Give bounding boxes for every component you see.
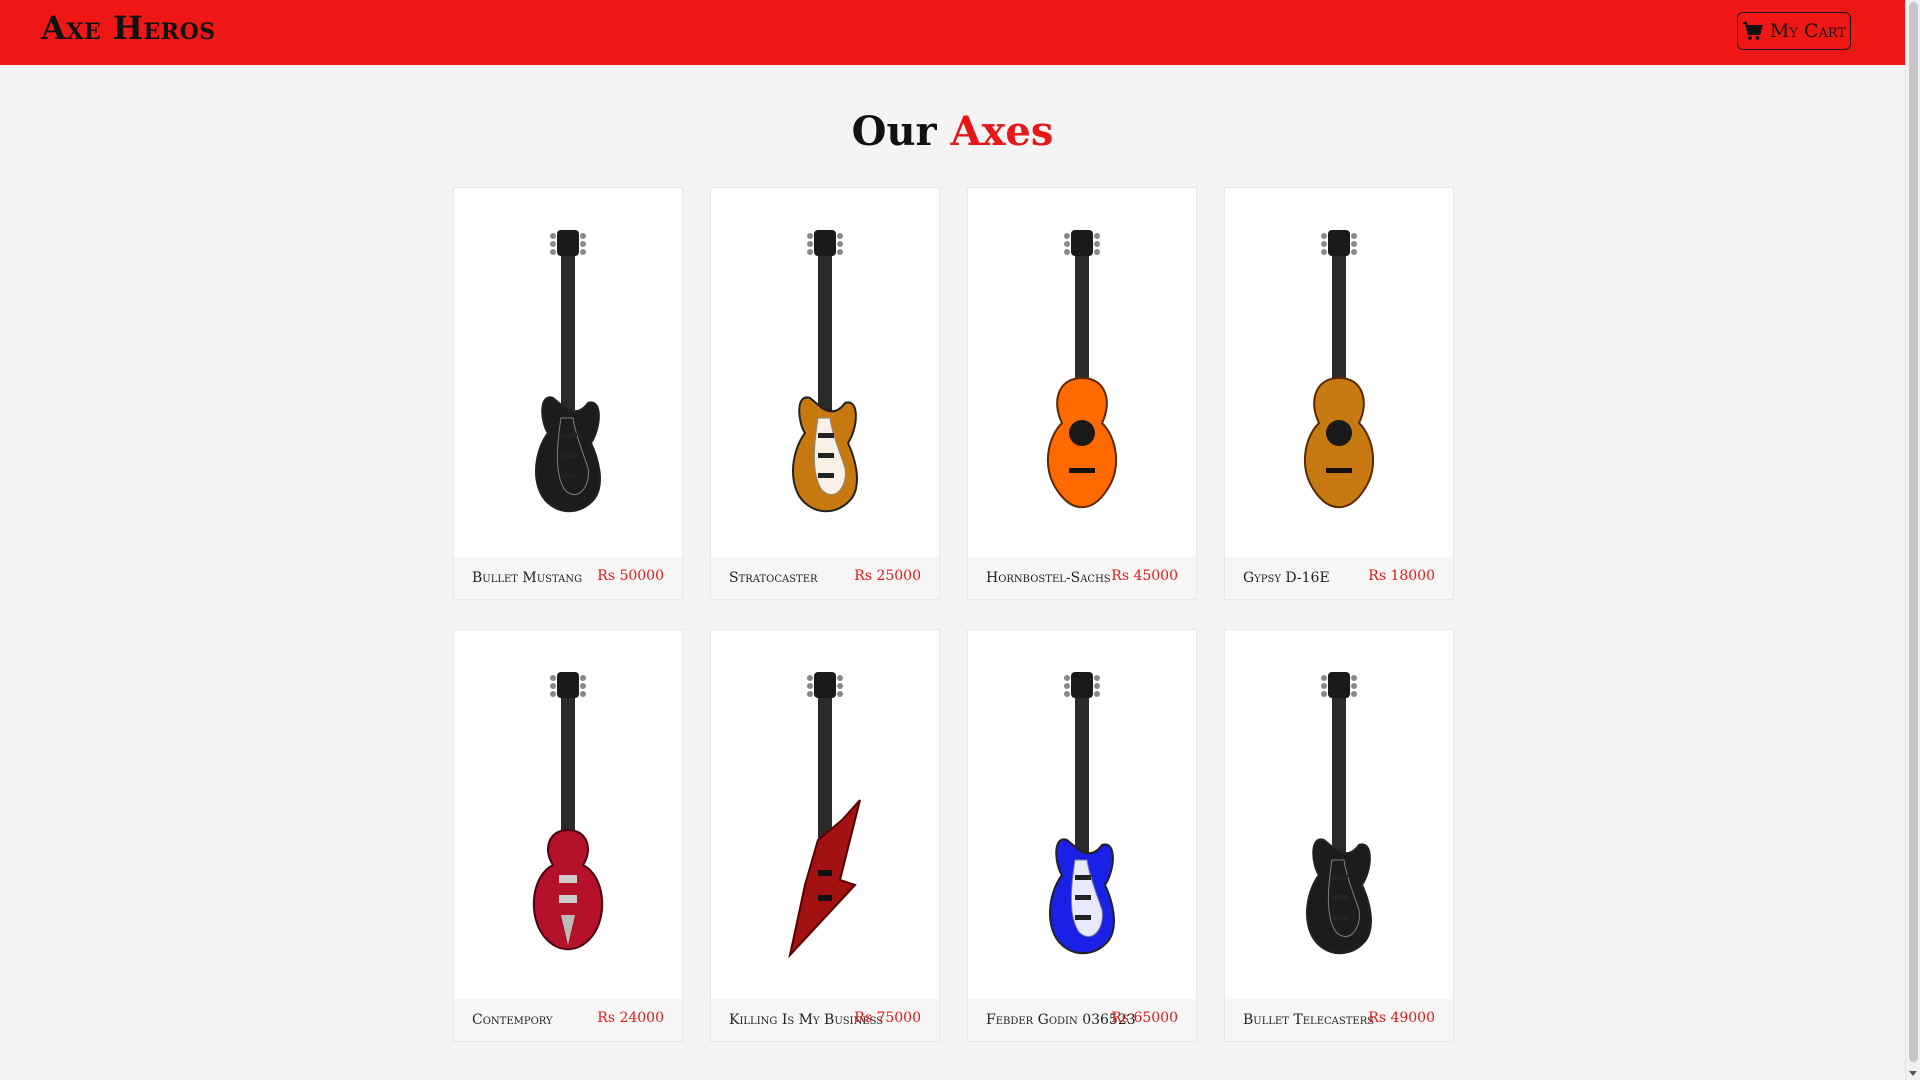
product-footer: Contempory Rs 24000 — [454, 999, 682, 1041]
explorer-guitar-red-icon — [788, 671, 861, 958]
electric-guitar-black-icon — [535, 229, 601, 512]
electric-guitar-black-icon — [1306, 671, 1372, 954]
product-image[interactable] — [1225, 630, 1453, 999]
product-card[interactable]: Killing Is My Business Rs 75000 — [710, 629, 940, 1042]
vertical-scrollbar[interactable] — [1905, 0, 1920, 1080]
product-footer: Gypsy D-16E Rs 18000 — [1225, 557, 1453, 599]
scroll-down-arrow-icon[interactable] — [1909, 1071, 1917, 1076]
navbar: Axe Heros My Cart — [0, 0, 1905, 65]
product-card[interactable]: Stratocaster Rs 25000 — [710, 187, 940, 600]
product-price: Rs 25000 — [854, 568, 921, 584]
product-card[interactable]: Febder Godin 036523 Rs 65000 — [967, 629, 1197, 1042]
product-footer: Bullet Telecasters Rs 49000 — [1225, 999, 1453, 1041]
product-card[interactable]: Contempory Rs 24000 — [453, 629, 683, 1042]
page-heading: Our Axes — [0, 108, 1905, 155]
product-card[interactable]: Bullet Telecasters Rs 49000 — [1224, 629, 1454, 1042]
shopping-cart-icon — [1742, 22, 1763, 40]
product-price: Rs 24000 — [597, 1010, 664, 1026]
hollow-guitar-red-icon — [532, 671, 604, 950]
product-footer: Bullet Mustang Rs 50000 — [454, 557, 682, 599]
heading-main: Our — [851, 108, 937, 155]
heading-accent: Axes — [950, 108, 1054, 155]
product-price: Rs 49000 — [1368, 1010, 1435, 1026]
product-card[interactable]: Gypsy D-16E Rs 18000 — [1224, 187, 1454, 600]
my-cart-label: My Cart — [1769, 20, 1847, 42]
my-cart-button[interactable]: My Cart — [1737, 12, 1851, 50]
product-image[interactable] — [711, 188, 939, 557]
product-image[interactable] — [454, 630, 682, 999]
acoustic-guitar-sunburst-icon — [1303, 229, 1375, 508]
electric-guitar-sunburst-icon — [792, 229, 858, 512]
product-card[interactable]: Bullet Mustang Rs 50000 — [453, 187, 683, 600]
product-image[interactable] — [1225, 188, 1453, 557]
product-price: Rs 45000 — [1111, 568, 1178, 584]
product-grid: Bullet Mustang Rs 50000 Stratocaster Rs 250… — [453, 187, 1454, 1042]
product-name: Contempory — [472, 1012, 553, 1028]
product-footer: Stratocaster Rs 25000 — [711, 557, 939, 599]
product-price: Rs 75000 — [854, 1010, 921, 1026]
electric-guitar-blue-icon — [1049, 671, 1115, 954]
brand-logo[interactable]: Axe Heros — [41, 9, 216, 47]
product-card[interactable]: Hornbostel-Sachs Rs 45000 — [967, 187, 1197, 600]
product-name: Hornbostel-Sachs — [986, 570, 1111, 586]
acoustic-guitar-orange-icon — [1046, 229, 1118, 508]
product-name: Bullet Mustang — [472, 570, 583, 586]
product-price: Rs 50000 — [597, 568, 664, 584]
product-name: Gypsy D-16E — [1243, 570, 1330, 586]
product-image[interactable] — [968, 188, 1196, 557]
product-name: Stratocaster — [729, 570, 818, 586]
product-image[interactable] — [968, 630, 1196, 999]
product-image[interactable] — [711, 630, 939, 999]
product-footer: Hornbostel-Sachs Rs 45000 — [968, 557, 1196, 599]
product-price: Rs 18000 — [1368, 568, 1435, 584]
product-footer: Killing Is My Business Rs 75000 — [711, 999, 939, 1041]
product-name: Bullet Telecasters — [1243, 1012, 1375, 1028]
product-price: Rs 65000 — [1111, 1010, 1178, 1026]
scrollbar-thumb[interactable] — [1909, 2, 1918, 1062]
product-image[interactable] — [454, 188, 682, 557]
product-footer: Febder Godin 036523 Rs 65000 — [968, 999, 1196, 1041]
